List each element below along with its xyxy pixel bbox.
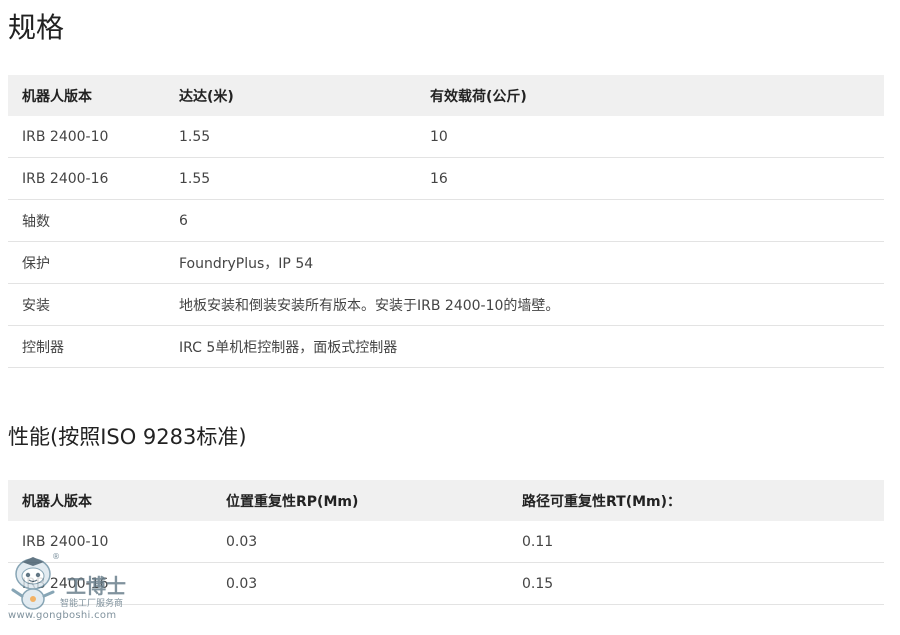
table-cell: IRB 2400-16: [8, 562, 212, 605]
table-cell: IRB 2400-10: [8, 116, 165, 158]
performance-title: 性能(按照ISO 9283标准): [8, 425, 247, 449]
table-cell: 0.15: [508, 562, 884, 605]
watermark-url: www.gongboshi.com: [8, 610, 117, 621]
performance-table: 机器人版本 位置重复性RP(Mm) 路径可重复性RT(Mm)： IRB 2400…: [8, 480, 884, 605]
table-cell: 1.55: [165, 116, 416, 158]
table-cell: 10: [416, 116, 884, 158]
table-cell: 安装: [8, 283, 165, 326]
table-cell: IRB 2400-10: [8, 521, 212, 563]
table-cell: 0.03: [212, 562, 508, 605]
table-cell: 0.03: [212, 521, 508, 563]
table-cell: 地板安装和倒装安装所有版本。安装于IRB 2400-10的墙壁。: [165, 283, 884, 326]
table-cell: FoundryPlus，IP 54: [165, 241, 884, 284]
table-header-row: 机器人版本 达达(米) 有效载荷(公斤): [8, 75, 884, 116]
table-cell: 16: [416, 157, 884, 200]
table-header-row: 机器人版本 位置重复性RP(Mm) 路径可重复性RT(Mm)：: [8, 480, 884, 521]
table-row: 安装 地板安装和倒装安装所有版本。安装于IRB 2400-10的墙壁。: [8, 283, 884, 326]
table-row: IRB 2400-16 1.55 16: [8, 157, 884, 200]
table-row: IRB 2400-16 0.03 0.15: [8, 562, 884, 605]
table-row: 保护 FoundryPlus，IP 54: [8, 241, 884, 284]
table-row: 轴数 6: [8, 199, 884, 242]
column-header-reach: 达达(米): [165, 75, 416, 116]
table-cell: 6: [165, 199, 884, 242]
specs-table: 机器人版本 达达(米) 有效载荷(公斤) IRB 2400-10 1.55 10…: [8, 75, 884, 368]
table-row: IRB 2400-10 0.03 0.11: [8, 521, 884, 563]
column-header-path-repeatability: 路径可重复性RT(Mm)：: [508, 480, 884, 521]
table-cell: 0.11: [508, 521, 884, 563]
column-header-payload: 有效载荷(公斤): [416, 75, 884, 116]
column-header-position-repeatability: 位置重复性RP(Mm): [212, 480, 508, 521]
column-header-version: 机器人版本: [8, 480, 212, 521]
table-row: 控制器 IRC 5单机柜控制器，面板式控制器: [8, 325, 884, 368]
table-cell: 控制器: [8, 325, 165, 368]
table-cell: IRC 5单机柜控制器，面板式控制器: [165, 325, 884, 368]
table-cell: 轴数: [8, 199, 165, 242]
table-row: IRB 2400-10 1.55 10: [8, 116, 884, 158]
table-cell: IRB 2400-16: [8, 157, 165, 200]
specs-title: 规格: [8, 11, 65, 44]
column-header-version: 机器人版本: [8, 75, 165, 116]
table-cell: 1.55: [165, 157, 416, 200]
table-cell: 保护: [8, 241, 165, 284]
